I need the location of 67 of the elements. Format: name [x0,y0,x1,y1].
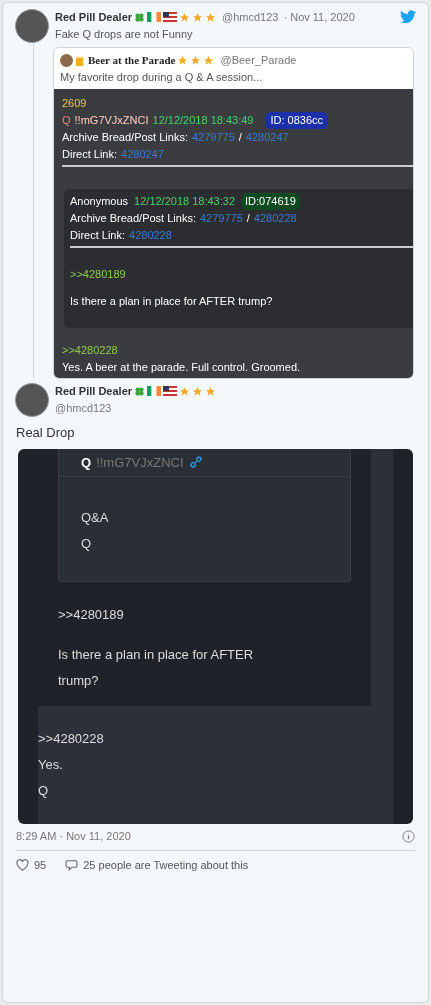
separator: / [238,130,242,145]
author-name: Beer at the Parade [88,53,176,68]
clover-icon [134,11,146,23]
post-text: Is there a plan in place for AFTER trump? [70,294,274,309]
post-link[interactable]: 4280247 [121,146,164,163]
tweet-text: Fake Q drops are not Funny [55,26,194,42]
post-timestamp: 12/12/2018 18:43:32 [134,194,236,209]
post-text: Q [81,535,93,553]
post-id: ID: 0836cc [265,112,329,129]
flag-icon [147,12,162,23]
post-text: Q [38,782,50,800]
tweet-text: Real Drop [15,424,76,442]
info-icon[interactable] [402,829,415,843]
flag-icon [163,386,178,397]
author-handle: @Beer_Parade [220,53,297,68]
post-number: 2609 [62,96,88,111]
reply-reference[interactable]: >>4280228 [62,342,413,359]
tweet-date: · Nov 11, 2020 [283,10,355,25]
link-label: Direct Link: [62,147,118,162]
reply-reference[interactable]: >>4280189 [58,602,351,628]
reply-reference[interactable]: >>4280228 [38,726,393,752]
comment-icon[interactable] [65,858,79,871]
talk-count: 25 people are Tweeting about this [83,857,249,873]
star-icon [179,385,191,397]
link-label: Archive Bread/Post Links: [62,130,188,145]
link-label: Archive Bread/Post Links: [70,211,196,226]
post-text: Is there a plan in place for AFTER trump? [58,646,255,690]
post-author: Q [62,113,71,128]
tripcode: !!mG7VJxZNCI [96,453,184,472]
tweet-text: My favorite drop during a Q & A session... [59,69,264,85]
post-link[interactable]: 4280247 [245,129,289,146]
author-name: Red Pill Dealer [55,384,133,399]
author-handle: @hmcd123 [222,10,279,25]
star-icon [203,54,215,66]
author-handle: @hmcd123 [55,400,113,416]
flag-icon [147,386,162,397]
post-link[interactable]: 4280228 [129,227,172,244]
separator: / [246,211,250,226]
post-link[interactable]: 4280228 [253,210,297,227]
post-link[interactable]: 4279775 [191,129,235,146]
post-author: Q [81,453,92,472]
star-icon [192,385,204,397]
beer-icon [75,54,86,66]
link-icon[interactable] [188,456,203,469]
star-icon [177,54,189,66]
star-icon [190,54,202,66]
post-link[interactable]: 4279775 [199,210,243,227]
star-icon [205,11,217,23]
star-icon [192,11,204,23]
clover-icon [134,385,146,397]
post-id: ID:074619 [241,193,300,210]
post-text: Yes. [38,756,64,774]
flag-icon [163,12,178,23]
star-icon [205,385,217,397]
post-text: Q&A [81,509,110,527]
star-icon [179,11,191,23]
link-label: Direct Link: [70,228,126,243]
post-timestamp: 12/12/2018 18:43:49 [152,113,254,128]
post-text: Yes. A beer at the parade. Full control. Groomed. [62,360,302,375]
post-author: Anonymous [70,194,129,209]
tweet-time: 8:29 AM · Nov 11, 2020 [16,829,131,844]
author-name: Red Pill Dealer [55,10,133,25]
reply-reference[interactable]: >>4280189 [70,266,413,283]
bird-icon [400,10,416,25]
heart-icon[interactable] [16,858,29,871]
like-count: 95 [34,857,47,873]
tripcode: !!mG7VJxZNCI [74,113,149,128]
